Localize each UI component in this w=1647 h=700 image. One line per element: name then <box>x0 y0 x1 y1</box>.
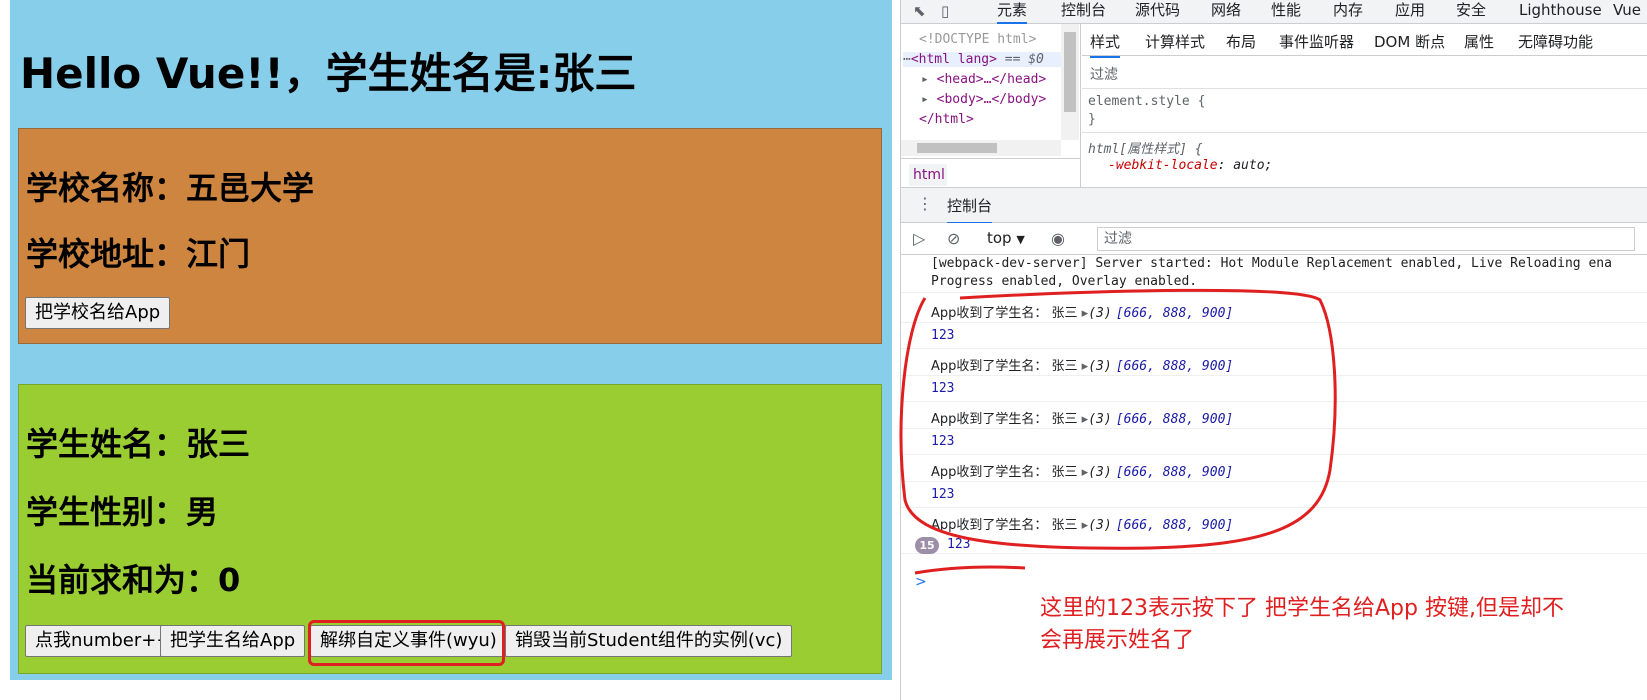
annotation-text: 这里的123表示按下了 把学生名给App 按键,但是却不 会再展示姓名了 <box>1040 593 1640 657</box>
annotation-line-2: 会再展示姓名了 <box>1040 628 1195 653</box>
annotation-line-1: 这里的123表示按下了 把学生名给App 按键,但是却不 <box>1040 596 1564 621</box>
red-underline-annotation <box>914 565 1026 575</box>
red-circle-annotation <box>899 288 1337 550</box>
